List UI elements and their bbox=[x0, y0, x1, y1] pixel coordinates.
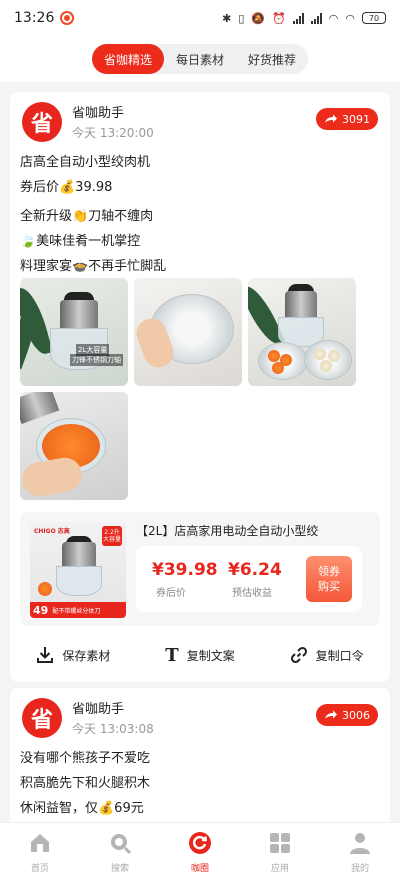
post-line: 店高全自动小型绞肉机 bbox=[20, 155, 151, 170]
price-box: ¥39.98 券后价 ¥6.24 预估收益 领券 购买 bbox=[136, 546, 362, 612]
copy-code-button[interactable]: 复制口令 bbox=[263, 646, 390, 664]
post-card: 省 省咖助手 今天 13:03:08 3006 没有哪个熊孩子不爱吃 积高脆先下… bbox=[10, 688, 390, 822]
post-line: 积高脆先下和火腿积木 bbox=[20, 776, 151, 791]
home-icon bbox=[31, 834, 49, 852]
share-arrow-icon bbox=[325, 710, 337, 719]
coupon-label-2: 购买 bbox=[318, 580, 340, 593]
coupon-price: ¥39.98 bbox=[152, 560, 218, 580]
battery-icon: 70 bbox=[362, 12, 386, 24]
nav-apps[interactable]: 应用 bbox=[240, 823, 320, 888]
product-image: CHIGO 志高 2.2升 大容量 49 配不带螺丝分体刀 bbox=[30, 522, 126, 618]
estimated-earning-label: 预估收益 bbox=[232, 588, 272, 599]
clock: 13:26 bbox=[14, 10, 55, 26]
author-name: 省咖助手 bbox=[72, 106, 125, 121]
post-image[interactable]: 2L大容量 刀锋不锈钢刀轴 bbox=[20, 278, 128, 386]
person-icon bbox=[350, 833, 370, 854]
refresh-circle-icon bbox=[189, 832, 211, 854]
top-tabs: 省咖精选 每日素材 好货推荐 bbox=[91, 44, 309, 74]
copy-text-label: 复制文案 bbox=[186, 648, 235, 663]
search-icon bbox=[111, 834, 132, 855]
product-brand: CHIGO 志高 bbox=[34, 528, 70, 535]
avatar[interactable]: 省 bbox=[22, 102, 62, 142]
post-line: 🍃美味佳肴一机掌控 bbox=[20, 234, 141, 249]
post-actions: 保存素材 T 复制文案 复制口令 bbox=[10, 640, 390, 670]
get-coupon-button[interactable]: 领券 购买 bbox=[306, 556, 352, 602]
signal-icon-2 bbox=[310, 12, 322, 24]
post-line: 券后价💰39.98 bbox=[20, 180, 113, 195]
post-image[interactable] bbox=[134, 278, 242, 386]
estimated-earning: ¥6.24 bbox=[228, 560, 282, 580]
text-icon: T bbox=[165, 644, 179, 666]
post-line: 没有哪个熊孩子不爱吃 bbox=[20, 751, 151, 766]
nav-search-label: 搜索 bbox=[110, 864, 129, 874]
alarm-icon: ⏰ bbox=[272, 11, 286, 25]
copy-text-button[interactable]: T 复制文案 bbox=[137, 645, 264, 666]
tab-featured[interactable]: 省咖精选 bbox=[91, 44, 164, 74]
nav-home[interactable]: 首页 bbox=[0, 823, 80, 888]
nav-home-label: 首页 bbox=[30, 864, 49, 874]
product-title: 【2L】店高家用电动全自动小型绞 bbox=[136, 524, 319, 538]
tab-recommended[interactable]: 好货推荐 bbox=[236, 44, 308, 74]
nav-circle[interactable]: 咖圈 bbox=[160, 823, 240, 888]
post-time: 今天 13:20:00 bbox=[72, 126, 154, 140]
mute-icon: 🔕 bbox=[251, 11, 266, 25]
coupon-price-label: 券后价 bbox=[156, 588, 186, 599]
post-text: 店高全自动小型绞肉机 券后价💰39.98 全新升级👏刀轴不缠肉 🍃美味佳肴一机掌… bbox=[20, 150, 380, 279]
share-button[interactable]: 3091 bbox=[316, 108, 378, 130]
nav-circle-label: 咖圈 bbox=[190, 864, 209, 874]
nav-profile[interactable]: 我的 bbox=[320, 823, 400, 888]
image-caption: 刀锋不锈钢刀轴 bbox=[70, 354, 123, 366]
copy-code-label: 复制口令 bbox=[315, 648, 364, 663]
post-card: 省 省咖助手 今天 13:20:00 3091 店高全自动小型绞肉机 券后价💰3… bbox=[10, 92, 390, 682]
product-capacity-badge: 2.2升 大容量 bbox=[102, 526, 122, 546]
nav-apps-label: 应用 bbox=[270, 864, 289, 874]
top-tabs-bar: 省咖精选 每日素材 好货推荐 bbox=[0, 36, 400, 82]
download-icon bbox=[37, 647, 54, 663]
post-line: 全新升级👏刀轴不缠肉 bbox=[20, 209, 154, 224]
feed[interactable]: 省 省咖助手 今天 13:20:00 3091 店高全自动小型绞肉机 券后价💰3… bbox=[0, 82, 400, 822]
share-count: 3091 bbox=[342, 112, 370, 126]
product-card[interactable]: CHIGO 志高 2.2升 大容量 49 配不带螺丝分体刀 【2L】店高家用电动… bbox=[20, 512, 380, 626]
signal-icon bbox=[292, 12, 304, 24]
product-promo-strip: 49 配不带螺丝分体刀 bbox=[30, 602, 126, 618]
app-notification-icon bbox=[60, 11, 75, 25]
share-arrow-icon bbox=[325, 114, 337, 123]
author-name: 省咖助手 bbox=[72, 702, 125, 717]
post-line: 料理家宴🍲不再手忙脚乱 bbox=[20, 259, 167, 274]
post-time: 今天 13:03:08 bbox=[72, 722, 154, 736]
nav-search[interactable]: 搜索 bbox=[80, 823, 160, 888]
avatar[interactable]: 省 bbox=[22, 698, 62, 738]
vibrate-icon: ▯ bbox=[238, 11, 245, 25]
product-promo-price: 49 bbox=[33, 603, 49, 617]
bottom-nav: 首页 搜索 咖圈 应用 我的 bbox=[0, 822, 400, 888]
post-image[interactable] bbox=[248, 278, 356, 386]
post-line: 休闲益智，仅💰69元 bbox=[20, 801, 144, 816]
status-bar: 13:26 ✱ ▯ 🔕 ⏰ ◠ ◠ 70 bbox=[0, 0, 400, 36]
bluetooth-icon: ✱ bbox=[222, 11, 232, 25]
tab-daily-material[interactable]: 每日素材 bbox=[164, 44, 236, 74]
wifi-icon: ◠ bbox=[328, 11, 339, 25]
apps-grid-icon bbox=[270, 833, 290, 853]
save-material-button[interactable]: 保存素材 bbox=[10, 646, 137, 664]
share-button[interactable]: 3006 bbox=[316, 704, 378, 726]
post-image[interactable] bbox=[20, 392, 128, 500]
post-text: 没有哪个熊孩子不爱吃 积高脆先下和火腿积木 休闲益智，仅💰69元 bbox=[20, 746, 380, 821]
share-count: 3006 bbox=[342, 708, 370, 722]
coupon-label-1: 领券 bbox=[318, 565, 340, 578]
wifi-icon-2: ◠ bbox=[345, 11, 355, 25]
nav-profile-label: 我的 bbox=[350, 864, 369, 874]
product-promo-tag: 配不带螺丝分体刀 bbox=[52, 607, 101, 615]
save-material-label: 保存素材 bbox=[62, 648, 111, 663]
link-icon bbox=[290, 646, 307, 664]
